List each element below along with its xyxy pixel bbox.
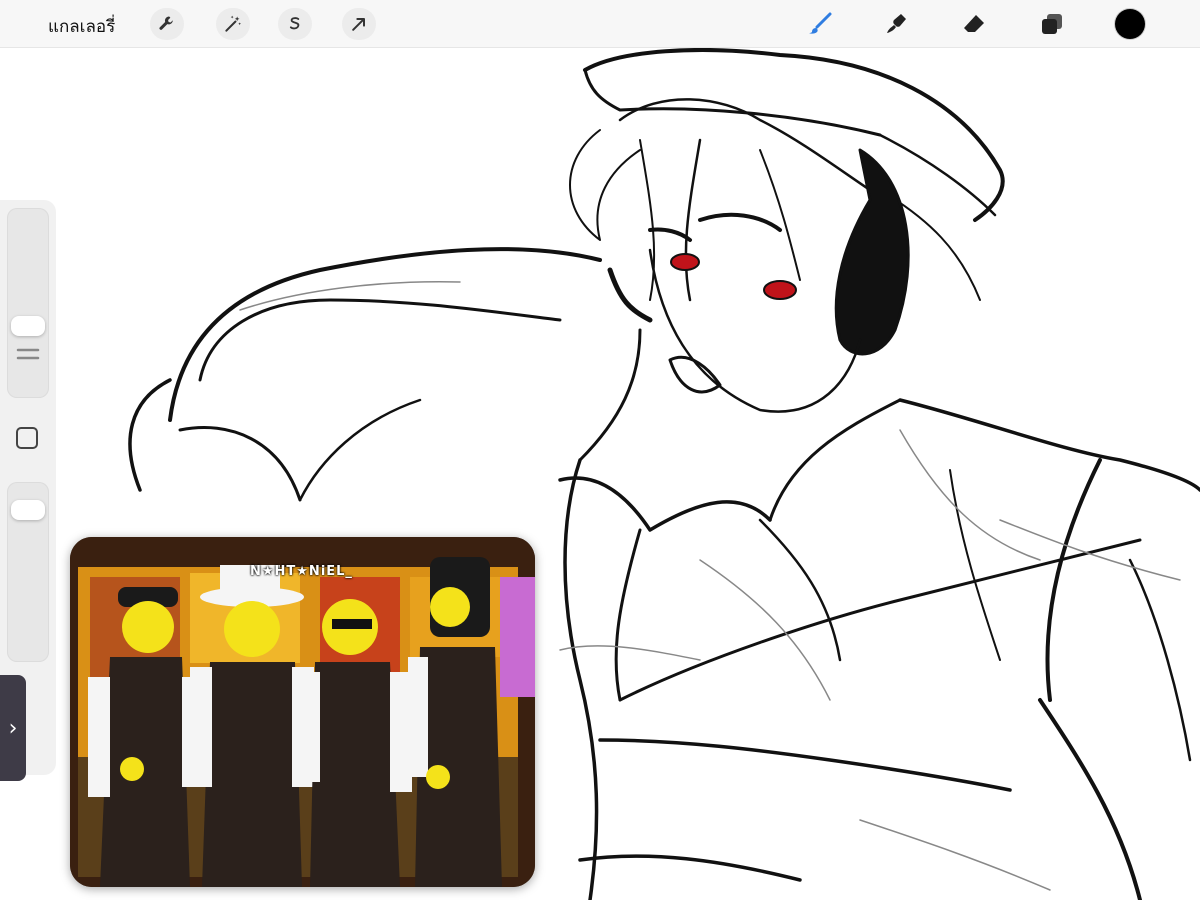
eraser-tool[interactable] <box>956 8 992 40</box>
selection-button[interactable] <box>278 8 312 40</box>
layers-icon <box>1042 14 1062 34</box>
wrench-icon <box>159 16 173 30</box>
smudge-icon <box>887 14 906 33</box>
actions-button[interactable] <box>150 8 184 40</box>
sidebar-toggle-button[interactable]: › <box>0 675 26 781</box>
brush-opacity-knob[interactable] <box>11 500 45 520</box>
eraser-icon <box>964 15 984 32</box>
transform-arrow-icon <box>352 18 365 31</box>
brush-icon <box>809 12 832 34</box>
gallery-button[interactable]: แกลเลอรี่ <box>48 13 115 40</box>
top-toolbar: แกลเลอรี่ <box>0 0 1200 48</box>
drag-handle-icon <box>16 348 40 360</box>
brush-size-slider[interactable] <box>7 208 49 398</box>
transform-button[interactable] <box>342 8 376 40</box>
brush-opacity-slider[interactable] <box>7 482 49 662</box>
magic-wand-icon <box>225 15 242 32</box>
smudge-tool[interactable] <box>878 8 914 40</box>
reference-watermark: N★HT★NiEL_ <box>250 564 353 579</box>
selection-icon <box>289 17 300 30</box>
layers-tool[interactable] <box>1034 8 1070 40</box>
adjustments-button[interactable] <box>216 8 250 40</box>
modify-button[interactable] <box>14 425 40 451</box>
chevron-right-icon: › <box>8 715 18 741</box>
brush-size-knob[interactable] <box>11 316 45 336</box>
reference-image <box>70 537 535 887</box>
color-picker-button[interactable] <box>1115 9 1145 39</box>
reference-window[interactable]: N★HT★NiEL_ <box>70 537 535 887</box>
brush-tool[interactable] <box>802 8 838 40</box>
